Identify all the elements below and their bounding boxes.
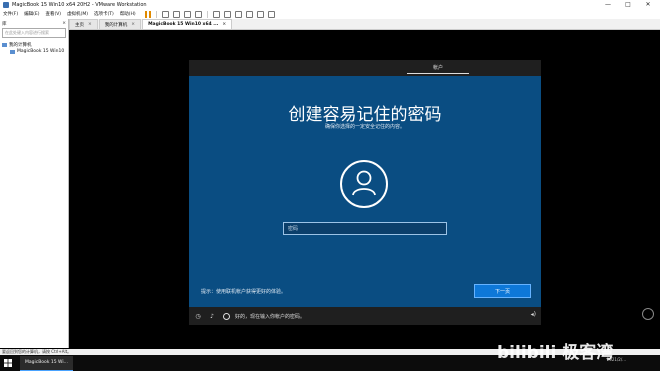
maximize-button[interactable]: □ — [618, 0, 638, 9]
vmware-app-icon — [3, 1, 9, 8]
library-view-icon[interactable] — [212, 10, 220, 18]
windows-logo-icon — [4, 359, 12, 367]
microphone-icon[interactable]: ♪ — [207, 311, 217, 321]
tree-item-label: MagicBook 15 Win10 — [17, 49, 65, 54]
menu-vm[interactable]: 虚拟机(M) — [64, 11, 91, 17]
thumbnail-view-icon[interactable] — [223, 10, 231, 18]
revert-snapshot-icon[interactable] — [183, 10, 191, 18]
setup-top-bar — [189, 60, 541, 76]
pause-icon[interactable] — [144, 10, 151, 18]
minimize-button[interactable]: — — [598, 0, 618, 9]
library-tree: 我的计算机 MagicBook 15 Win10 — [0, 38, 68, 58]
tab-vm[interactable]: MagicBook 15 Win10 x64 ... × — [142, 19, 233, 29]
stretch-view-icon[interactable] — [267, 10, 275, 18]
online-account-hint[interactable]: 提示：使用联机帐户获得更好的体验。 — [201, 288, 286, 295]
vm-icon — [10, 49, 15, 54]
menu-tabs[interactable]: 选项卡(T) — [91, 11, 117, 17]
tree-item-vm[interactable]: MagicBook 15 Win10 — [2, 48, 66, 55]
start-button[interactable] — [0, 355, 16, 371]
taskbar-vmware-task[interactable]: MagicBook 15 Wi... — [20, 355, 73, 371]
library-sidebar: 库 × 在此处键入内容进行搜索 我的计算机 MagicBook 15 Win10 — [0, 19, 69, 348]
library-search-input[interactable]: 在此处键入内容进行搜索 — [2, 28, 66, 38]
user-avatar-icon — [340, 160, 388, 208]
tree-item-label: 我的计算机 — [9, 42, 32, 48]
unity-icon[interactable] — [245, 10, 253, 18]
library-header: 库 × — [0, 19, 68, 28]
menu-help[interactable]: 帮助(H) — [117, 11, 139, 17]
computer-icon — [2, 42, 7, 47]
console-fullscreen-icon[interactable] — [642, 308, 654, 320]
toolbar-separator — [206, 10, 208, 18]
tab-label: 我的计算机 — [104, 22, 128, 28]
next-button[interactable]: 下一页 — [474, 284, 531, 298]
setup-step-account: 帐户 — [407, 62, 469, 74]
library-close-icon[interactable]: × — [62, 21, 66, 26]
library-title: 库 — [2, 21, 7, 27]
snapshot-icon[interactable] — [172, 10, 180, 18]
tab-strip: 主页 × 我的计算机 × MagicBook 15 Win10 x64 ... … — [69, 19, 660, 30]
setup-subheading: 确保你选择的一定安全记住的内容。 — [324, 124, 405, 130]
menu-view[interactable]: 查看(V) — [42, 11, 64, 17]
toolbar-separator — [155, 10, 157, 18]
cortana-speech-text: 好的，现在输入你帐户的密码。 — [235, 313, 306, 320]
window-title: MagicBook 15 Win10 x64 20H2 - VMware Wor… — [12, 1, 147, 8]
tree-item-my-computer[interactable]: 我的计算机 — [2, 41, 66, 48]
close-icon[interactable]: × — [222, 22, 226, 27]
volume-icon[interactable]: ◂) — [531, 311, 536, 318]
title-bar: MagicBook 15 Win10 x64 20H2 - VMware Wor… — [0, 0, 660, 9]
password-input[interactable]: 密码 — [283, 222, 447, 235]
close-button[interactable]: ✕ — [638, 0, 658, 9]
toolbar — [143, 10, 277, 18]
tab-my-computer[interactable]: 我的计算机 × — [98, 19, 142, 29]
accessibility-icon[interactable]: ◷ — [193, 311, 203, 321]
cortana-icon[interactable] — [223, 312, 230, 320]
window-controls: — □ ✕ — [598, 0, 658, 9]
menu-file[interactable]: 文件(F) — [0, 11, 21, 17]
menu-edit[interactable]: 编辑(E) — [21, 11, 42, 17]
setup-heading: 创建容易记住的密码 — [288, 105, 442, 125]
close-icon[interactable]: × — [88, 22, 92, 27]
tab-label: MagicBook 15 Win10 x64 ... — [148, 22, 219, 27]
tab-label: 主页 — [75, 22, 84, 28]
console-view-icon[interactable] — [256, 10, 264, 18]
fullscreen-icon[interactable] — [234, 10, 242, 18]
setup-bottom-bar: ◷ ♪ 好的，现在输入你帐户的密码。 ◂) — [189, 307, 541, 325]
snapshot-manager-icon[interactable] — [194, 10, 202, 18]
tab-home[interactable]: 主页 × — [69, 19, 98, 29]
windows-setup-screen: 帐户 创建容易记住的密码 确保你选择的一定安全记住的内容。 密码 提示：使用联机… — [189, 60, 541, 325]
bilibili-watermark: bilibili 极客湾 — [497, 343, 614, 363]
send-ctrl-alt-del-icon[interactable] — [161, 10, 169, 18]
close-icon[interactable]: × — [131, 22, 135, 27]
